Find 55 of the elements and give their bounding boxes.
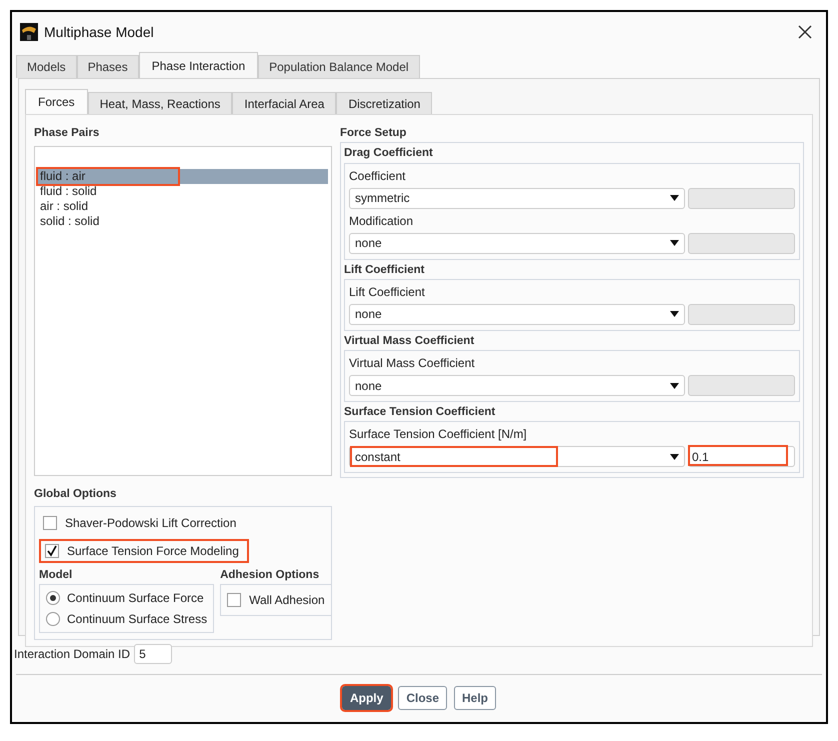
dropdown[interactable]: none: [349, 232, 685, 254]
caret-icon: [670, 382, 679, 388]
radio-label: Continuum Surface Force: [67, 590, 204, 607]
checkbox-label: Wall Adhesion: [249, 592, 325, 609]
close-icon[interactable]: [798, 25, 812, 39]
section-title: Force Setup: [340, 126, 408, 141]
checkbox[interactable]: [43, 516, 57, 530]
group-title: Virtual Mass Coefficient: [344, 334, 476, 349]
field-label: Lift Coefficient: [349, 284, 426, 301]
domain-id-field[interactable]: 5: [134, 644, 172, 664]
list-item[interactable]: air : solid: [38, 199, 328, 214]
tab[interactable]: Heat, Mass, Reactions: [88, 92, 232, 114]
tab[interactable]: Forces: [25, 89, 88, 114]
phase-pairs-list[interactable]: fluid : air fluid : solid air : solid solid : solid: [34, 146, 332, 476]
checkbox-label: Surface Tension Force Modeling: [67, 542, 239, 560]
field-label: Coefficient: [349, 168, 406, 184]
caret-icon: [670, 454, 679, 460]
radio-button[interactable]: [46, 590, 60, 605]
field-label: Interaction Domain ID: [14, 646, 130, 663]
caret-icon: [670, 311, 679, 318]
list-item[interactable]: solid : solid: [38, 214, 328, 230]
tab[interactable]: Population Balance Model: [258, 55, 420, 78]
tab[interactable]: Phases: [76, 55, 139, 78]
tab[interactable]: Models: [16, 55, 77, 78]
caret-icon: [670, 240, 679, 246]
dropdown[interactable]: none: [349, 304, 685, 325]
window-title: Multiphase Model: [44, 22, 154, 42]
field-label: Virtual Mass Coefficient: [349, 355, 476, 372]
checkbox-label: Shaver-Podowski Lift Correction: [65, 514, 236, 532]
dialog-button[interactable]: Close: [398, 686, 447, 710]
group-title: Surface Tension Coefficient: [344, 405, 496, 420]
dropdown[interactable]: symmetric: [349, 188, 685, 208]
tab[interactable]: Interfacial Area: [232, 92, 336, 114]
caret-icon: [670, 195, 679, 201]
app-icon: [20, 23, 38, 41]
radio-button[interactable]: [46, 612, 60, 626]
group-title: Adhesion Options: [220, 568, 320, 582]
group-title: Lift Coefficient: [344, 262, 426, 278]
dialog-button[interactable]: Help: [454, 686, 496, 710]
field-label: Surface Tension Coefficient [N/m]: [349, 426, 528, 444]
checkbox[interactable]: [45, 544, 59, 558]
list-item[interactable]: fluid : solid: [38, 184, 328, 200]
tab[interactable]: Phase Interaction: [138, 52, 258, 78]
section-title: Phase Pairs: [34, 126, 100, 141]
dropdown[interactable]: none: [349, 375, 685, 396]
list-item[interactable]: fluid : air: [38, 169, 328, 184]
section-title: Global Options: [34, 487, 118, 502]
tab[interactable]: Discretization: [336, 92, 432, 114]
dialog-button[interactable]: Apply: [342, 686, 392, 710]
group-title: Model: [39, 568, 74, 582]
radio-label: Continuum Surface Stress: [67, 610, 208, 628]
group-title: Drag Coefficient: [344, 146, 434, 162]
checkbox[interactable]: [227, 592, 242, 607]
field-label: Modification: [349, 212, 414, 230]
dropdown[interactable]: constant: [349, 446, 685, 468]
